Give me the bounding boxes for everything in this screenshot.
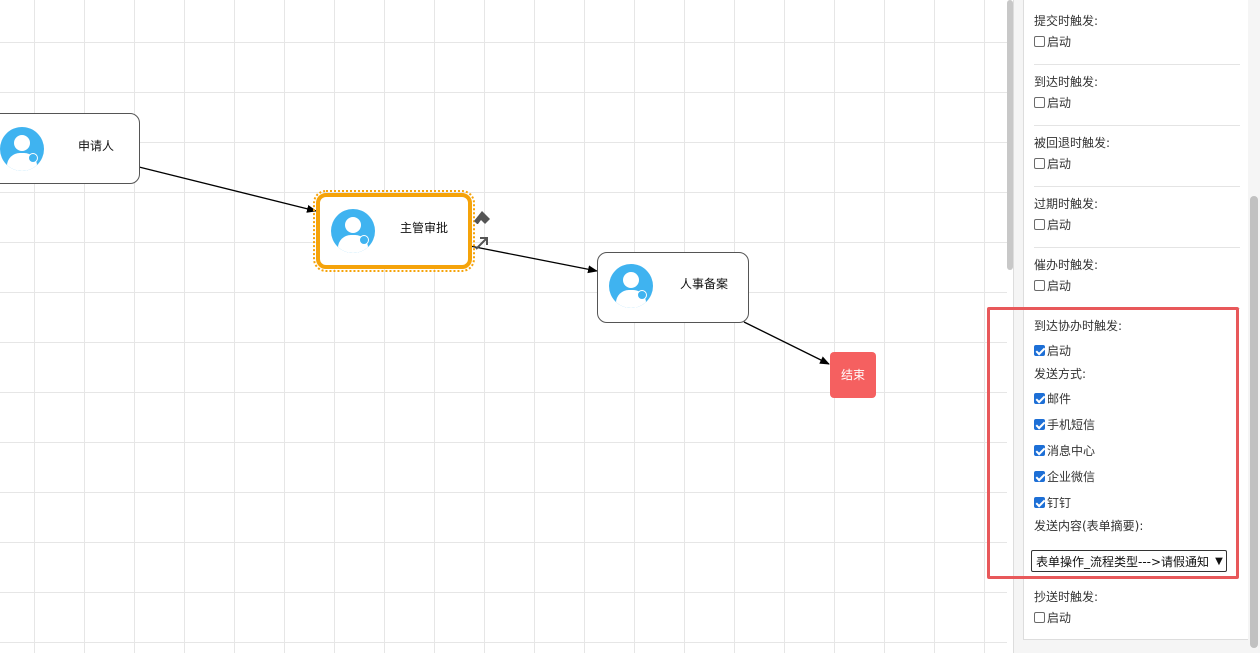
node-hr[interactable]: 人事备案 bbox=[597, 252, 749, 323]
method-wecom-label: 企业微信 bbox=[1047, 469, 1096, 484]
node-label: 主管审批 bbox=[400, 221, 449, 235]
method-dingtalk-label: 钉钉 bbox=[1047, 495, 1072, 510]
send-method-label: 发送方式: bbox=[1034, 367, 1087, 381]
enable-row[interactable]: 启动 bbox=[1034, 274, 1244, 296]
select-value: 表单操作_流程类型--->请假通知 bbox=[1036, 554, 1210, 569]
send-content-label: 发送内容(表单摘要): bbox=[1034, 519, 1144, 533]
enable-checkbox[interactable] bbox=[1034, 611, 1045, 623]
node-label: 人事备案 bbox=[680, 277, 729, 291]
enable-row[interactable]: 启动 bbox=[1034, 606, 1244, 628]
enable-label: 启动 bbox=[1047, 610, 1072, 625]
enable-row[interactable]: 启动 bbox=[1034, 213, 1244, 235]
enable-checkbox[interactable] bbox=[1034, 35, 1045, 47]
enable-checkbox[interactable] bbox=[1034, 279, 1045, 291]
panel-scrollbar-track[interactable] bbox=[1248, 0, 1260, 653]
section-assist: 到达协办时触发: 启动 发送方式: 邮件 手机短信 消息中心 企业微信 钉钉 发… bbox=[1034, 317, 1244, 535]
method-sms-checkbox[interactable] bbox=[1034, 418, 1045, 430]
user-avatar-icon bbox=[331, 209, 375, 253]
enable-label: 启动 bbox=[1047, 217, 1072, 232]
method-wecom-row[interactable]: 企业微信 bbox=[1034, 465, 1244, 487]
flow-edges bbox=[138, 166, 830, 365]
divider bbox=[1034, 125, 1240, 126]
connect-arrow-icon[interactable] bbox=[473, 234, 491, 252]
method-wecom-checkbox[interactable] bbox=[1034, 470, 1045, 482]
enable-row[interactable]: 启动 bbox=[1034, 30, 1244, 52]
section-arrive: 到达时触发: 启动 bbox=[1034, 73, 1244, 113]
enable-label: 启动 bbox=[1047, 95, 1072, 110]
edge-applicant-manager bbox=[138, 166, 317, 213]
section-title: 过期时触发: bbox=[1034, 197, 1099, 211]
enable-row[interactable]: 启动 bbox=[1034, 91, 1244, 113]
enable-label: 启动 bbox=[1047, 156, 1072, 171]
user-avatar-icon bbox=[609, 264, 653, 308]
enable-label: 启动 bbox=[1047, 34, 1072, 49]
enable-checkbox[interactable] bbox=[1034, 157, 1045, 169]
enable-checkbox[interactable] bbox=[1034, 96, 1045, 108]
trigger-settings: 提交时触发: 启动 到达时触发: 启动 被回退时触发: 启动 过期时触发: 启动… bbox=[1023, 0, 1249, 640]
section-title: 到达时触发: bbox=[1034, 75, 1099, 89]
chevron-down-icon: ▼ bbox=[1215, 555, 1223, 567]
method-dingtalk-checkbox[interactable] bbox=[1034, 496, 1045, 508]
node-label: 申请人 bbox=[78, 139, 115, 153]
method-email-label: 邮件 bbox=[1047, 391, 1072, 406]
section-title: 提交时触发: bbox=[1034, 14, 1099, 28]
method-email-checkbox[interactable] bbox=[1034, 392, 1045, 404]
section-title: 被回退时触发: bbox=[1034, 136, 1111, 150]
user-avatar-icon bbox=[0, 127, 44, 171]
enable-label: 启动 bbox=[1047, 278, 1072, 293]
node-manager[interactable]: 主管审批 bbox=[313, 190, 475, 272]
method-message-center-checkbox[interactable] bbox=[1034, 444, 1045, 456]
node-applicant[interactable]: 申请人 bbox=[0, 113, 140, 184]
divider bbox=[1034, 308, 1240, 309]
enable-checkbox[interactable] bbox=[1034, 344, 1045, 356]
method-sms-row[interactable]: 手机短信 bbox=[1034, 413, 1244, 435]
section-title: 催办时触发: bbox=[1034, 258, 1099, 272]
eraser-icon[interactable] bbox=[472, 209, 492, 229]
edge-hr-end bbox=[743, 321, 830, 365]
section-expire: 过期时触发: 启动 bbox=[1034, 195, 1244, 235]
section-cc: 抄送时触发: 启动 bbox=[1034, 588, 1244, 628]
method-dingtalk-row[interactable]: 钉钉 bbox=[1034, 491, 1244, 513]
divider bbox=[1034, 247, 1240, 248]
method-message-center-row[interactable]: 消息中心 bbox=[1034, 439, 1244, 461]
enable-row[interactable]: 启动 bbox=[1034, 152, 1244, 174]
section-title: 抄送时触发: bbox=[1034, 590, 1099, 604]
send-content-select[interactable]: 表单操作_流程类型--->请假通知 ▼ bbox=[1031, 550, 1227, 572]
section-submit: 提交时触发: 启动 bbox=[1034, 12, 1244, 52]
node-end[interactable]: 结束 bbox=[830, 352, 876, 398]
section-rollback: 被回退时触发: 启动 bbox=[1034, 134, 1244, 174]
enable-checkbox[interactable] bbox=[1034, 218, 1045, 230]
section-urge: 催办时触发: 启动 bbox=[1034, 256, 1244, 296]
method-message-center-label: 消息中心 bbox=[1047, 443, 1096, 458]
panel-scrollbar-thumb[interactable] bbox=[1250, 196, 1258, 648]
enable-label: 启动 bbox=[1047, 343, 1072, 358]
divider bbox=[1034, 186, 1240, 187]
enable-row[interactable]: 启动 bbox=[1034, 339, 1244, 361]
method-email-row[interactable]: 邮件 bbox=[1034, 387, 1244, 409]
flow-canvas[interactable]: 申请人 主管审批 人事备案 结束 bbox=[0, 0, 1007, 653]
section-title: 到达协办时触发: bbox=[1034, 319, 1123, 333]
divider bbox=[1034, 64, 1240, 65]
method-sms-label: 手机短信 bbox=[1047, 417, 1096, 432]
